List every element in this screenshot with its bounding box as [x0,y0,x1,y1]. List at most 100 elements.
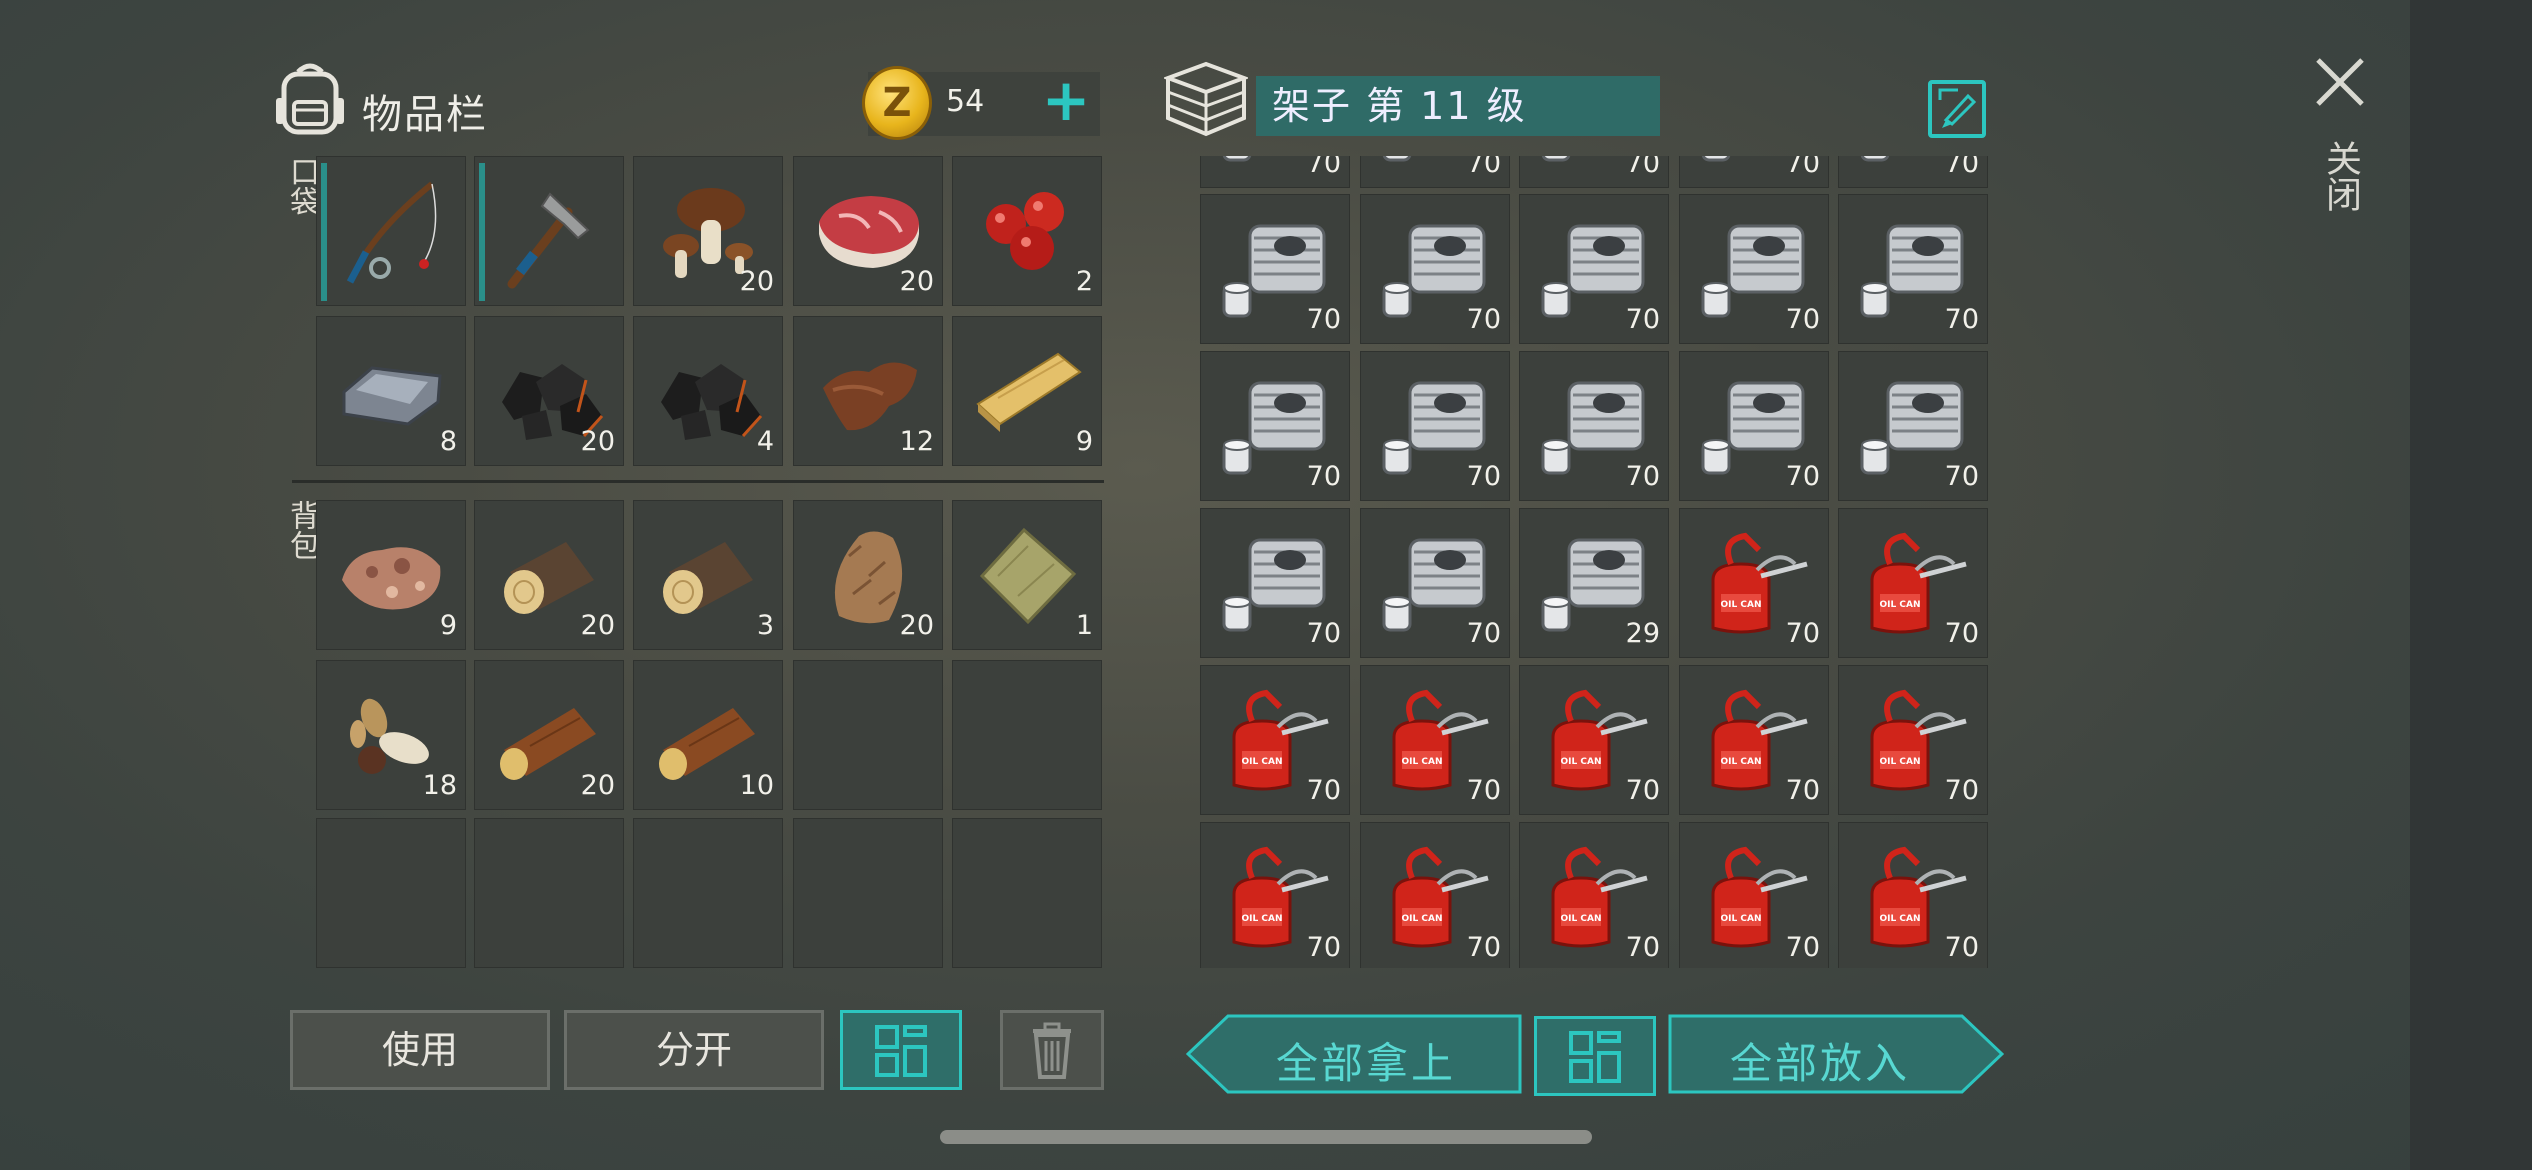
sort-inventory-button[interactable] [840,1010,962,1090]
close-button[interactable] [2310,52,2370,112]
shelf-icon [1162,60,1250,138]
empty-slot[interactable] [952,660,1102,810]
item-slot-engine-part[interactable]: 70 [1360,508,1510,658]
item-count: 70 [1625,932,1660,963]
item-count: 1 [1075,610,1093,641]
empty-slot[interactable] [952,818,1102,968]
item-slot-oil-can[interactable]: OIL CAN 70 [1360,822,1510,968]
empty-slot[interactable] [793,660,943,810]
item-slot-raw-meat[interactable]: 20 [793,156,943,306]
item-slot-coal[interactable]: 4 [633,316,783,466]
item-slot-engine-part[interactable]: 70 [1360,156,1510,188]
item-count: 70 [1785,618,1820,649]
item-slot-engine-part[interactable]: 29 [1519,508,1669,658]
empty-slot[interactable] [793,818,943,968]
item-slot-engine-part[interactable]: 70 [1838,194,1988,344]
item-count: 9 [439,610,457,641]
split-button[interactable]: 分开 [564,1010,824,1090]
item-slot-oil-can[interactable]: OIL CAN 70 [1838,508,1988,658]
item-slot-engine-part[interactable]: 70 [1519,194,1669,344]
item-count: 20 [899,266,934,297]
edit-shelf-button[interactable] [1928,80,1986,138]
item-count: 70 [1306,618,1341,649]
item-slot-engine-part[interactable]: 70 [1679,194,1829,344]
scroll-indicator[interactable] [940,1130,1592,1144]
item-slot-engine-part[interactable]: 70 [1200,508,1350,658]
berries-icon [968,172,1088,292]
item-count: 70 [1944,775,1979,806]
item-slot-engine-part[interactable]: 70 [1200,351,1350,501]
item-slot-engine-part[interactable]: 70 [1679,351,1829,501]
brush-icon [1938,88,1977,128]
item-slot-seeds[interactable]: 18 [316,660,466,810]
item-count: 2 [1075,266,1093,297]
item-slot-oil-can[interactable]: OIL CAN 70 [1519,665,1669,815]
item-slot-oil-can[interactable]: OIL CAN 70 [1679,665,1829,815]
item-slot-iron-ore[interactable]: 9 [316,500,466,650]
item-slot-branch[interactable]: 20 [474,660,624,810]
item-slot-oil-can[interactable]: OIL CAN 70 [1679,508,1829,658]
item-slot-fur[interactable]: 20 [793,500,943,650]
inventory-title: 物品栏 [362,92,488,138]
grid-sort-icon [875,1025,927,1077]
empty-slot[interactable] [316,818,466,968]
item-slot-iron-ingot[interactable]: 8 [316,316,466,466]
shelf-name: 架子 第 11 级 [1256,76,1660,136]
shelf-grid[interactable]: 70 70 70 70 70 70 70 70 70 70 70 70 70 70 70 70 70 29 OIL … [1200,156,1990,968]
item-slot-leather[interactable]: 12 [793,316,943,466]
item-slot-oil-can[interactable]: OIL CAN 70 [1519,822,1669,968]
svg-text:OIL CAN: OIL CAN [1721,600,1762,610]
svg-text:OIL CAN: OIL CAN [1880,914,1921,924]
trash-button[interactable] [1000,1010,1104,1090]
sort-shelf-button[interactable] [1534,1016,1656,1096]
item-slot-engine-part[interactable]: 70 [1838,351,1988,501]
item-slot-cloth[interactable]: 1 [952,500,1102,650]
hatchet-icon [490,172,610,292]
backpack-icon [274,58,346,138]
item-slot-oil-can[interactable]: OIL CAN 70 [1679,822,1829,968]
item-count: 70 [1466,618,1501,649]
item-slot-oil-can[interactable]: OIL CAN 70 [1838,665,1988,815]
svg-text:OIL CAN: OIL CAN [1242,914,1283,924]
item-slot-oil-can[interactable]: OIL CAN 70 [1200,822,1350,968]
item-slot-engine-part[interactable]: 70 [1838,156,1988,188]
item-slot-engine-part[interactable]: 70 [1200,156,1350,188]
item-slot-engine-part[interactable]: 70 [1519,351,1669,501]
item-slot-log[interactable]: 3 [633,500,783,650]
use-button[interactable]: 使用 [290,1010,550,1090]
item-slot-coal[interactable]: 20 [474,316,624,466]
svg-text:OIL CAN: OIL CAN [1721,757,1762,767]
iron-ore-icon [332,516,452,636]
plank-icon [968,332,1088,452]
item-slot-hatchet[interactable] [474,156,624,306]
coin-icon: Z [862,66,932,140]
empty-slot[interactable] [474,818,624,968]
durability-bar [321,163,327,301]
item-count: 29 [1625,618,1660,649]
item-slot-mushroom[interactable]: 20 [633,156,783,306]
put-all-button[interactable]: 全部放入 [1668,1014,2004,1094]
durability-bar [479,163,485,301]
item-slot-engine-part[interactable]: 70 [1679,156,1829,188]
item-slot-oil-can[interactable]: OIL CAN 70 [1838,822,1988,968]
take-all-button[interactable]: 全部拿上 [1186,1014,1522,1094]
empty-slot[interactable] [633,818,783,968]
add-coins-button[interactable]: + [1040,71,1092,132]
item-slot-plank[interactable]: 9 [952,316,1102,466]
item-slot-engine-part[interactable]: 70 [1360,194,1510,344]
item-slot-berries[interactable]: 2 [952,156,1102,306]
item-slot-oil-can[interactable]: OIL CAN 70 [1200,665,1350,815]
coal-icon [649,332,769,452]
item-slot-branch[interactable]: 10 [633,660,783,810]
svg-text:OIL CAN: OIL CAN [1721,914,1762,924]
item-slot-oil-can[interactable]: OIL CAN 70 [1360,665,1510,815]
item-count: 70 [1944,156,1979,179]
item-slot-fishing-rod[interactable] [316,156,466,306]
item-slot-engine-part[interactable]: 70 [1200,194,1350,344]
item-count: 4 [756,426,774,457]
item-count: 10 [739,770,774,801]
item-slot-log[interactable]: 20 [474,500,624,650]
close-label: 关闭 [2320,140,2361,212]
item-slot-engine-part[interactable]: 70 [1519,156,1669,188]
item-slot-engine-part[interactable]: 70 [1360,351,1510,501]
